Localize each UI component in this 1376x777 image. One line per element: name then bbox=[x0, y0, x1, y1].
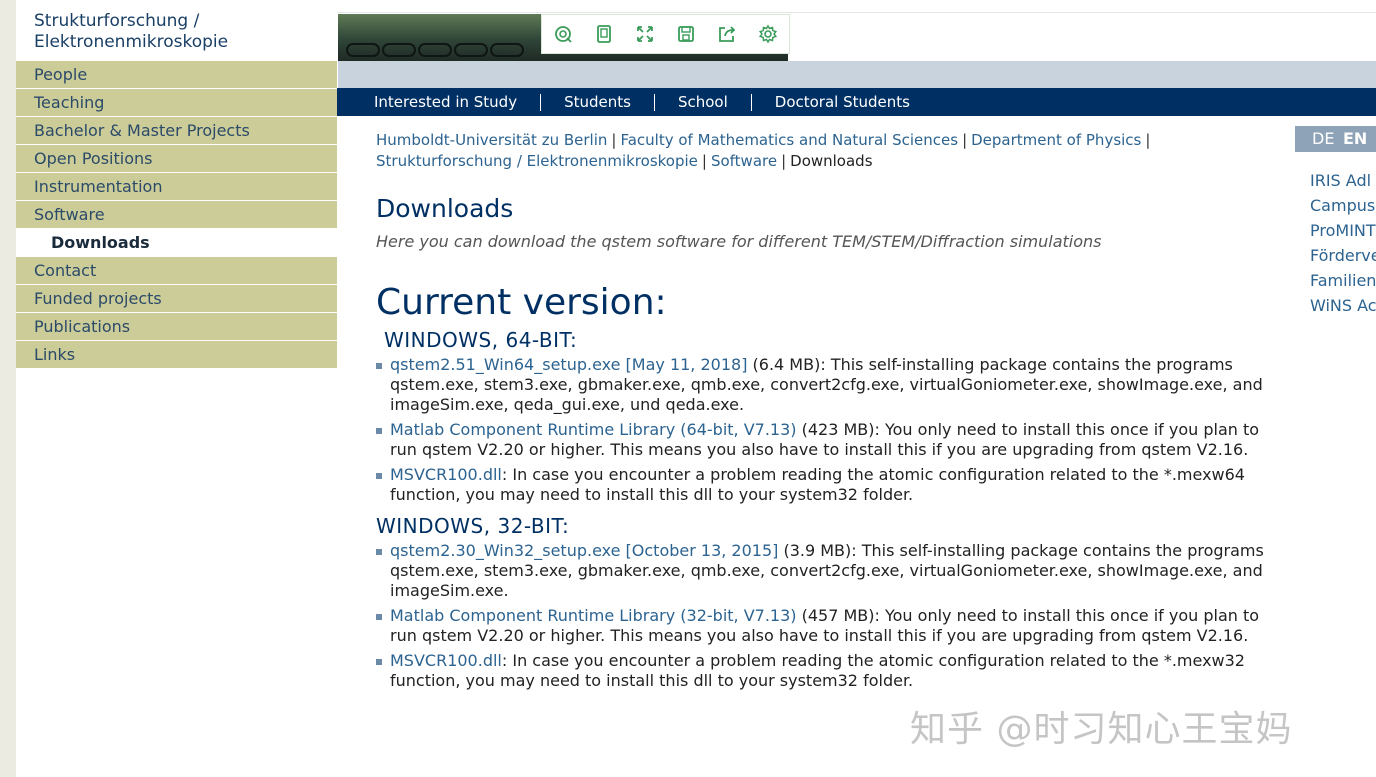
sidebar-item-publications[interactable]: Publications bbox=[16, 313, 337, 341]
list-item: qstem2.30_Win32_setup.exe [October 13, 2… bbox=[376, 541, 1266, 601]
breadcrumb-software[interactable]: Software bbox=[711, 152, 777, 170]
sidebar-item-software[interactable]: Software bbox=[16, 201, 337, 229]
topnav-school[interactable]: School bbox=[655, 93, 752, 111]
breadcrumb-strukturforschung[interactable]: Strukturforschung / Elektronenmikroskopi… bbox=[376, 152, 698, 170]
breadcrumb-separator: | bbox=[781, 152, 787, 170]
right-sidebar-links: IRIS Adl Campus ProMINT Förderve Familie… bbox=[1310, 168, 1376, 318]
topnav-interested-in-study[interactable]: Interested in Study bbox=[337, 93, 542, 111]
topnav-students[interactable]: Students bbox=[541, 93, 655, 111]
right-link-promint[interactable]: ProMINT bbox=[1310, 218, 1376, 243]
header-band bbox=[338, 61, 1376, 88]
lang-en-link[interactable]: EN bbox=[1343, 126, 1367, 152]
institute-title[interactable]: Strukturforschung / Elektronenmikroskopi… bbox=[34, 11, 228, 53]
right-link-familien[interactable]: Familien bbox=[1310, 268, 1376, 293]
sidebar-item-teaching[interactable]: Teaching bbox=[16, 89, 337, 117]
download-description: : In case you encounter a problem readin… bbox=[390, 465, 1245, 504]
page-title: Downloads bbox=[376, 194, 514, 223]
download-link[interactable]: Matlab Component Runtime Library (32-bit… bbox=[390, 606, 797, 625]
win32-downloads: qstem2.30_Win32_setup.exe [October 13, 2… bbox=[376, 541, 1266, 691]
floating-toolbar bbox=[541, 14, 790, 54]
breadcrumb-humboldt[interactable]: Humboldt-Universität zu Berlin bbox=[376, 131, 607, 149]
topnav-doctoral-students[interactable]: Doctoral Students bbox=[752, 93, 933, 111]
list-item: qstem2.51_Win64_setup.exe [May 11, 2018]… bbox=[376, 355, 1266, 415]
breadcrumb-separator: | bbox=[611, 131, 617, 149]
watermark: 知乎 @时习知心王宝妈 bbox=[910, 709, 1293, 750]
tablet-icon[interactable] bbox=[583, 15, 624, 53]
main-content: Humboldt-Universität zu Berlin | Faculty o… bbox=[376, 130, 1266, 696]
breadcrumb-separator: | bbox=[1145, 131, 1151, 149]
save-icon[interactable] bbox=[665, 15, 706, 53]
download-description: : In case you encounter a problem readin… bbox=[390, 651, 1245, 690]
download-link[interactable]: MSVCR100.dll bbox=[390, 651, 502, 670]
breadcrumb: Humboldt-Universität zu Berlin | Faculty o… bbox=[376, 130, 1266, 172]
win64-heading: WINDOWS, 64-BIT: bbox=[384, 328, 578, 352]
share-icon[interactable] bbox=[706, 15, 747, 53]
sidebar-item-funded-projects[interactable]: Funded projects bbox=[16, 285, 337, 313]
breadcrumb-faculty[interactable]: Faculty of Mathematics and Natural Scien… bbox=[620, 131, 958, 149]
section-title: Current version: bbox=[376, 282, 667, 323]
list-item: Matlab Component Runtime Library (64-bit… bbox=[376, 420, 1266, 460]
sidebar-nav: People Teaching Bachelor & Master Projec… bbox=[16, 61, 337, 369]
sidebar-item-open-positions[interactable]: Open Positions bbox=[16, 145, 337, 173]
download-link[interactable]: qstem2.51_Win64_setup.exe [May 11, 2018] bbox=[390, 355, 747, 374]
sidebar-item-downloads[interactable]: Downloads bbox=[16, 229, 337, 257]
right-link-wins[interactable]: WiNS Ac bbox=[1310, 293, 1376, 318]
institute-title-line2: Elektronenmikroskopie bbox=[34, 32, 229, 52]
breadcrumb-current: Downloads bbox=[790, 152, 873, 170]
right-link-foerderverein[interactable]: Förderve bbox=[1310, 243, 1376, 268]
search-icon[interactable] bbox=[542, 15, 583, 53]
sidebar: Strukturforschung / Elektronenmikroskopi… bbox=[16, 0, 337, 777]
breadcrumb-separator: | bbox=[962, 131, 968, 149]
list-item: MSVCR100.dll: In case you encounter a pr… bbox=[376, 651, 1266, 691]
win32-heading: WINDOWS, 32-BIT: bbox=[376, 514, 570, 538]
window-left-edge bbox=[0, 0, 16, 777]
top-navigation: Interested in Study Students School Doct… bbox=[337, 88, 1376, 116]
download-link[interactable]: Matlab Component Runtime Library (64-bit… bbox=[390, 420, 797, 439]
expand-icon[interactable] bbox=[624, 15, 665, 53]
institute-title-line1: Strukturforschung / bbox=[34, 11, 200, 31]
language-switch: DE EN bbox=[1295, 126, 1376, 152]
win64-downloads: qstem2.51_Win64_setup.exe [May 11, 2018]… bbox=[376, 355, 1266, 505]
sidebar-item-links[interactable]: Links bbox=[16, 341, 337, 369]
sidebar-item-instrumentation[interactable]: Instrumentation bbox=[16, 173, 337, 201]
download-link[interactable]: qstem2.30_Win32_setup.exe [October 13, 2… bbox=[390, 541, 778, 560]
list-item: MSVCR100.dll: In case you encounter a pr… bbox=[376, 465, 1266, 505]
download-link[interactable]: MSVCR100.dll bbox=[390, 465, 502, 484]
gear-icon[interactable] bbox=[747, 15, 788, 53]
lang-de-link[interactable]: DE bbox=[1312, 126, 1334, 152]
list-item: Matlab Component Runtime Library (32-bit… bbox=[376, 606, 1266, 646]
sidebar-item-bachelor-master-projects[interactable]: Bachelor & Master Projects bbox=[16, 117, 337, 145]
sidebar-item-contact[interactable]: Contact bbox=[16, 257, 337, 285]
breadcrumb-separator: | bbox=[701, 152, 707, 170]
sidebar-item-people[interactable]: People bbox=[16, 61, 337, 89]
page-subtitle: Here you can download the qstem software… bbox=[376, 232, 1102, 251]
right-link-campus[interactable]: Campus bbox=[1310, 193, 1376, 218]
breadcrumb-physics[interactable]: Department of Physics bbox=[971, 131, 1141, 149]
right-link-iris[interactable]: IRIS Adl bbox=[1310, 168, 1376, 193]
